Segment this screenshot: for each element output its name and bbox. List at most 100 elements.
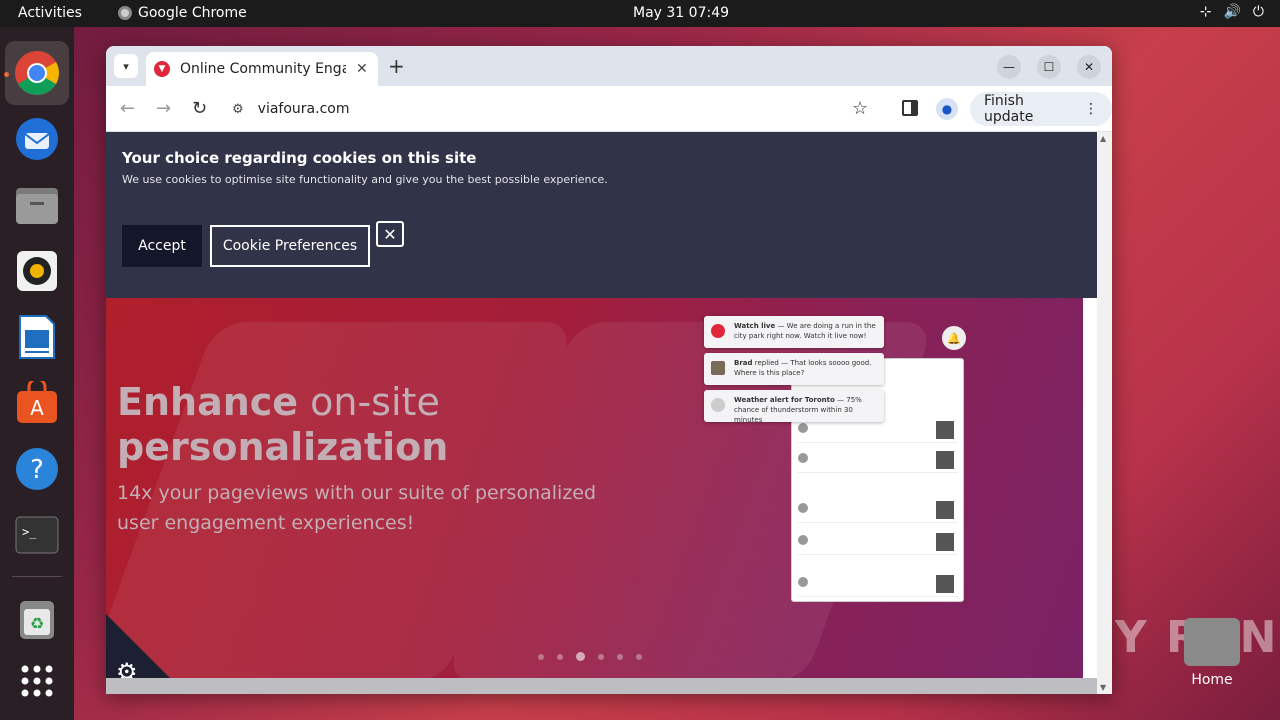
hero-section: Enhance on-site personalization 14x your… <box>106 298 1083 678</box>
scroll-down-icon[interactable]: ▼ <box>1100 683 1106 692</box>
dock-software[interactable]: A <box>5 371 69 435</box>
app-name: Google Chrome <box>138 5 247 21</box>
profile-icon[interactable]: ● <box>936 98 958 120</box>
app-menu[interactable]: Google Chrome <box>118 5 247 21</box>
cookie-title: Your choice regarding cookies on this si… <box>122 149 477 167</box>
back-button[interactable]: ← <box>120 98 135 119</box>
headline-rest-1: on-site <box>298 380 440 424</box>
side-panel-icon[interactable] <box>902 100 918 116</box>
minimize-button[interactable]: — <box>997 55 1021 79</box>
new-tab-button[interactable]: + <box>388 54 405 78</box>
tab-search-button[interactable]: ▾ <box>114 54 138 78</box>
browser-toolbar: ← → ↻ ⚙ viafoura.com ☆ ● Finish update ⋮ <box>106 86 1112 132</box>
carousel-dots <box>538 652 642 661</box>
trash-icon: ♻ <box>20 601 54 639</box>
forward-button[interactable]: → <box>156 98 171 119</box>
notification-text: replied — That looks soooo good. Where i… <box>734 359 872 377</box>
mock-row <box>798 449 958 473</box>
carousel-dot[interactable] <box>617 653 623 660</box>
page-scrollbar[interactable]: ▲ ▼ <box>1097 132 1112 694</box>
svg-text:A: A <box>30 396 44 420</box>
reload-button[interactable]: ↻ <box>192 98 207 119</box>
tab-active[interactable]: ▼ Online Community Enga ✕ <box>146 52 378 86</box>
desktop-home[interactable]: Home <box>1180 618 1244 688</box>
dock-writer[interactable] <box>5 305 69 369</box>
mock-row <box>798 531 958 555</box>
system-tray[interactable]: ⊹ 🔊 ⏻ <box>1200 4 1264 20</box>
scroll-up-icon[interactable]: ▲ <box>1100 134 1106 143</box>
clock[interactable]: May 31 07:49 <box>633 5 729 21</box>
more-menu-icon: ⋮ <box>1084 101 1098 117</box>
notification-card: Brad replied — That looks soooo good. Wh… <box>704 353 884 385</box>
chrome-small-icon <box>118 6 132 20</box>
dock-apps-grid[interactable] <box>5 649 69 713</box>
volume-icon: 🔊 <box>1223 4 1241 20</box>
address-bar[interactable]: ⚙ viafoura.com <box>224 92 884 126</box>
svg-text:?: ? <box>30 455 44 485</box>
dock-rhythmbox[interactable] <box>5 239 69 303</box>
activities-button[interactable]: Activities <box>18 5 82 21</box>
cookie-banner: Your choice regarding cookies on this si… <box>106 132 1097 298</box>
power-icon: ⏻ <box>1252 4 1264 20</box>
mock-row <box>798 419 958 443</box>
finish-update-label: Finish update <box>984 93 1034 125</box>
rhythmbox-icon <box>17 251 57 291</box>
cookie-text: We use cookies to optimise site function… <box>122 173 608 186</box>
url-text: viafoura.com <box>257 101 350 117</box>
home-label: Home <box>1191 672 1233 688</box>
close-window-button[interactable]: ✕ <box>1077 55 1101 79</box>
cookie-preferences-button[interactable]: Cookie Preferences <box>210 225 370 267</box>
bookmark-star-icon[interactable]: ☆ <box>852 98 868 119</box>
help-icon: ? <box>16 448 58 490</box>
top-bar: Activities Google Chrome May 31 07:49 ⊹ … <box>0 0 1280 27</box>
carousel-dot[interactable] <box>636 653 642 660</box>
dock-trash[interactable]: ♻ <box>5 587 69 651</box>
site-settings-icon[interactable]: ⚙ <box>232 102 244 117</box>
maximize-button[interactable]: ☐ <box>1037 55 1061 79</box>
tab-close-icon[interactable]: ✕ <box>356 61 368 77</box>
weather-icon <box>711 398 725 412</box>
terminal-icon: >_ <box>15 516 59 554</box>
dock-terminal[interactable]: >_ <box>5 503 69 567</box>
web-page: Enhance on-site personalization 14x your… <box>106 132 1112 694</box>
dock-help[interactable]: ? <box>5 437 69 501</box>
dock-files[interactable] <box>5 173 69 237</box>
writer-icon <box>19 315 55 359</box>
software-icon: A <box>17 381 57 423</box>
svg-text:>_: >_ <box>22 525 37 539</box>
apps-grid-icon <box>21 665 53 697</box>
svg-text:♻: ♻ <box>30 614 44 633</box>
home-folder-icon <box>1184 618 1240 666</box>
hero-headline: Enhance on-site personalization <box>117 380 448 470</box>
accept-button[interactable]: Accept <box>122 225 202 267</box>
mock-row <box>798 573 958 597</box>
dock-separator <box>12 576 62 577</box>
chrome-icon <box>15 51 59 95</box>
viafoura-favicon-icon: ▼ <box>154 61 170 77</box>
live-icon <box>711 324 725 338</box>
finish-update-button[interactable]: Finish update ⋮ <box>970 92 1112 126</box>
dock-thunderbird[interactable] <box>5 107 69 171</box>
notification-title: Brad <box>734 359 753 367</box>
carousel-dot[interactable] <box>598 653 604 660</box>
avatar <box>711 361 725 375</box>
cookie-close-button[interactable]: ✕ <box>376 221 404 247</box>
hero-subtitle: 14x your pageviews with our suite of per… <box>117 482 597 534</box>
headline-bold-1: Enhance <box>117 380 299 424</box>
close-icon: ✕ <box>383 224 397 244</box>
notification-card: Weather alert for Toronto — 75% chance o… <box>704 390 884 424</box>
notification-title: Weather alert for Toronto <box>734 396 835 404</box>
carousel-dot-active[interactable] <box>576 652 585 661</box>
tab-strip: ▾ ▼ Online Community Enga ✕ + — ☐ ✕ <box>106 46 1112 86</box>
notification-title: Watch live <box>734 322 776 330</box>
headline-bold-2: personalization <box>117 425 449 469</box>
dock-chrome[interactable] <box>5 41 69 105</box>
carousel-dot[interactable] <box>557 653 563 660</box>
dock: A ? >_ ♻ <box>0 27 74 720</box>
carousel-dot[interactable] <box>538 653 544 660</box>
network-icon: ⊹ <box>1199 4 1212 20</box>
mock-row <box>798 499 958 523</box>
chevron-down-icon: ▾ <box>123 59 129 73</box>
files-icon <box>16 188 58 224</box>
tab-title: Online Community Enga <box>180 61 346 77</box>
